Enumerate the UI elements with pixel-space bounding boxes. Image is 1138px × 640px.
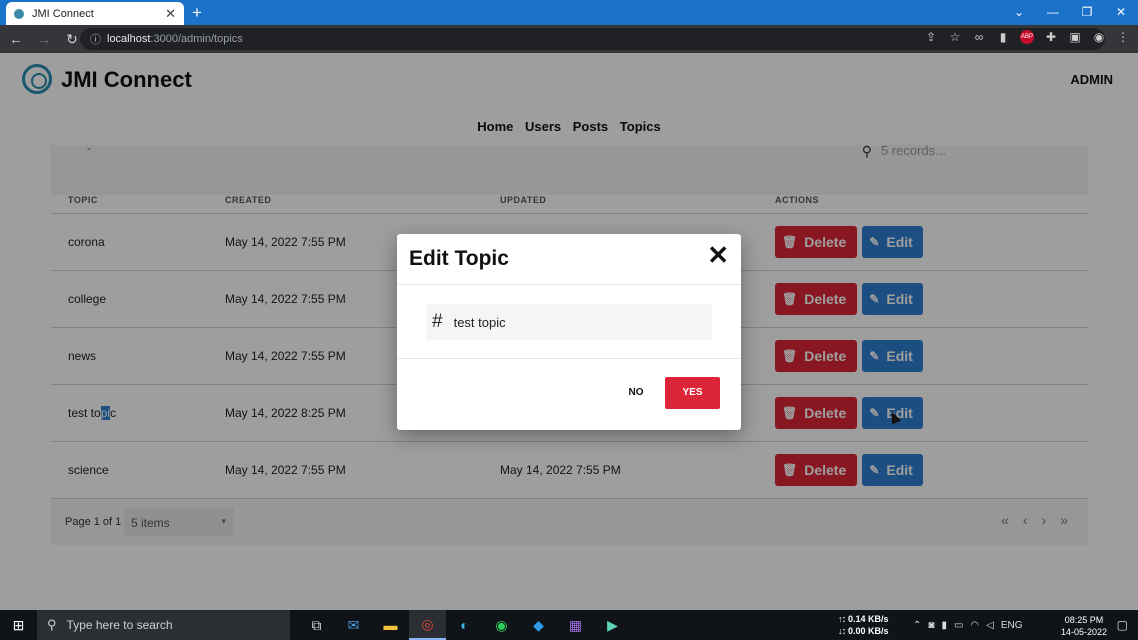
back-arrow-icon[interactable]: ← [4, 31, 28, 47]
task-view-icon[interactable]: ⧉ [298, 610, 335, 640]
window-controls: ⌄ — ❐ ✕ [1002, 0, 1138, 25]
hash-icon: # [432, 311, 443, 332]
volume-icon[interactable]: ◁ [986, 620, 994, 631]
favicon-icon [14, 8, 24, 19]
yes-button[interactable]: YES [665, 377, 720, 409]
browser-titlebar: JMI Connect ✕ + ⌄ — ❐ ✕ [0, 0, 1138, 25]
modal-divider [397, 358, 741, 359]
bookmark-star-icon[interactable]: ☆ [948, 30, 962, 44]
chrome-icon[interactable]: ◎ [409, 610, 446, 640]
wifi-icon[interactable]: ◠ [970, 620, 979, 631]
battery-icon[interactable]: ▭ [954, 620, 963, 631]
notification-icon[interactable]: ▢ [1117, 618, 1128, 632]
chevron-down-icon[interactable]: ⌄ [1002, 0, 1036, 25]
whatsapp-icon[interactable]: ◉ [483, 610, 520, 640]
net-down: ↓: 0.00 KB/s [838, 626, 889, 636]
url-host: localhost [107, 33, 151, 45]
url-path: :3000/admin/topics [150, 33, 243, 45]
puzzle-icon[interactable]: ✚ [1044, 30, 1058, 44]
discord-icon[interactable]: ◙ [928, 620, 934, 631]
extension-icons: ⇪ ☆ ∞ ▮ ABP ✚ ▣ ◉ ⋮ [924, 30, 1130, 44]
browser-tab[interactable]: JMI Connect ✕ [6, 2, 184, 25]
windows-taskbar: ⊞ ⚲ Type here to search ⧉ ✉ ▬ ◎ ◐ ◉ ◆ ▦ … [0, 610, 1138, 640]
search-icon: ⚲ [47, 617, 57, 632]
topic-input[interactable] [453, 314, 684, 330]
taskbar-search[interactable]: ⚲ Type here to search [37, 610, 290, 640]
sidepanel-icon[interactable]: ▣ [1068, 30, 1082, 44]
taskbar-search-placeholder: Type here to search [66, 618, 173, 632]
restore-button[interactable]: ❐ [1070, 0, 1104, 25]
network-speed: ↑: 0.14 KB/s ↓: 0.00 KB/s [838, 613, 889, 637]
system-tray: ⌃ ◙ ▮ ▭ ◠ ◁ ENG [913, 610, 1023, 640]
tab-title: JMI Connect [32, 7, 94, 20]
close-icon[interactable]: ✕ [707, 240, 729, 271]
forward-arrow-icon[interactable]: → [32, 31, 56, 47]
tab-close-icon[interactable]: ✕ [165, 6, 176, 22]
minimize-button[interactable]: — [1036, 0, 1070, 25]
close-window-button[interactable]: ✕ [1104, 0, 1138, 25]
modal-divider [397, 284, 741, 285]
extension-glasses-icon[interactable]: ∞ [972, 30, 986, 44]
clock-date: 14-05-2022 [1060, 627, 1107, 637]
topic-input-field: # [426, 304, 712, 340]
usb-icon[interactable]: ▮ [941, 620, 947, 631]
browser-toolbar: ← → ↻ ⓘ localhost :3000/admin/topics ⇪ ☆… [0, 25, 1138, 53]
edit-topic-modal: Edit Topic ✕ # NO YES [397, 234, 741, 430]
datagrip-icon[interactable]: ▦ [557, 610, 594, 640]
vscode-icon[interactable]: ◆ [520, 610, 557, 640]
adblock-icon[interactable]: ABP [1020, 30, 1034, 44]
windows-start-icon[interactable]: ⊞ [0, 610, 37, 640]
site-info-icon[interactable]: ⓘ [90, 31, 101, 47]
no-button[interactable]: NO [617, 378, 655, 408]
edge-icon[interactable]: ◐ [446, 610, 483, 640]
profile-avatar-icon[interactable]: ◉ [1092, 30, 1106, 44]
kebab-menu-icon[interactable]: ⋮ [1116, 30, 1130, 44]
file-explorer-icon[interactable]: ▬ [372, 610, 409, 640]
taskbar-clock[interactable]: 08:25 PM 14-05-2022 [1061, 614, 1107, 638]
extension-bottle-icon[interactable]: ▮ [996, 30, 1010, 44]
mail-icon[interactable]: ✉ [335, 610, 372, 640]
chevron-up-icon[interactable]: ⌃ [913, 620, 921, 631]
terminal-icon[interactable]: ▶ [594, 610, 631, 640]
modal-title: Edit Topic [409, 247, 509, 270]
share-icon[interactable]: ⇪ [924, 30, 938, 44]
net-up: ↑: 0.14 KB/s [838, 614, 889, 624]
taskbar-apps: ⧉ ✉ ▬ ◎ ◐ ◉ ◆ ▦ ▶ [298, 610, 631, 640]
new-tab-button[interactable]: + [192, 3, 202, 23]
language-indicator[interactable]: ENG [1001, 620, 1023, 631]
clock-time: 08:25 PM [1064, 615, 1104, 625]
